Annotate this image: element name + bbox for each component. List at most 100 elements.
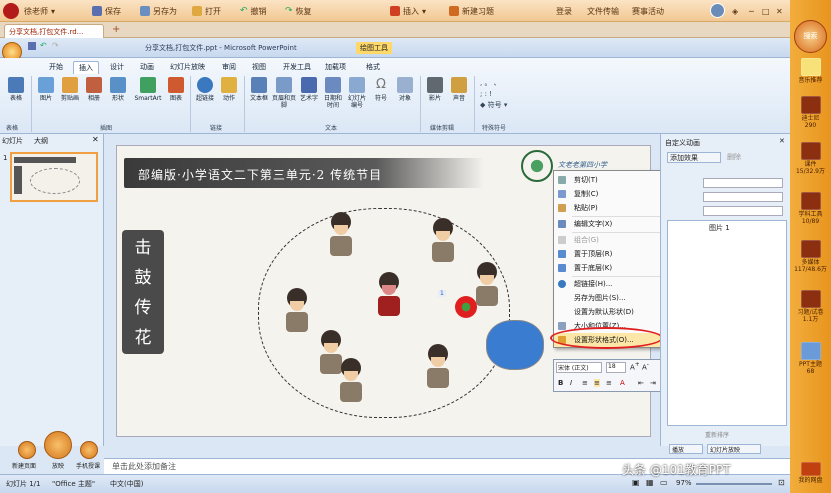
wordart-button[interactable]: 艺术字: [298, 77, 320, 102]
text-color-icon[interactable]: A: [620, 379, 625, 387]
redo-button[interactable]: ↷ 恢复: [285, 4, 312, 18]
tab-home[interactable]: 开始: [44, 61, 68, 73]
slide-title[interactable]: 部编版·小学语文二下第三单元·2 传统节目: [138, 166, 382, 183]
clipart-button[interactable]: 剪贴画: [59, 77, 81, 102]
slides-tab[interactable]: 幻灯片: [2, 136, 23, 146]
sidebar-item-multimedia[interactable]: 多媒体 117/48.6万: [792, 240, 829, 273]
play-button[interactable]: 播放: [669, 444, 703, 454]
document-tab[interactable]: 分享文档,打包文件.rd...: [4, 24, 104, 38]
align-center-icon[interactable]: ≡: [594, 379, 600, 387]
font-name-select[interactable]: 宋体 (正文): [556, 362, 602, 373]
sidebar-item-disney[interactable]: 迪士尼 290: [792, 96, 829, 129]
bold-icon[interactable]: B: [558, 379, 563, 387]
slide-thumbnail[interactable]: [10, 152, 98, 202]
search-button[interactable]: 搜索: [794, 20, 827, 53]
movie-button[interactable]: 影片: [424, 77, 446, 102]
animation-list[interactable]: [667, 220, 787, 426]
effect-dropdown[interactable]: [703, 206, 783, 216]
event-button[interactable]: 赛事活动: [632, 4, 664, 18]
avatar[interactable]: [710, 3, 725, 18]
remove-effect-button[interactable]: 删除: [727, 152, 757, 163]
sidebar-item-courseware[interactable]: 课件 15/32.9万: [792, 142, 829, 175]
maximize-icon[interactable]: □: [762, 4, 770, 18]
tab-design[interactable]: 设计: [105, 61, 129, 73]
quick-save-icon[interactable]: [28, 42, 36, 50]
language-indicator[interactable]: 中文(中国): [110, 479, 143, 489]
fit-window-icon[interactable]: ⊡: [778, 478, 785, 487]
quick-undo-icon[interactable]: ↶: [40, 41, 47, 50]
shrink-font-icon[interactable]: A-: [642, 362, 649, 371]
quick-redo-icon[interactable]: ↷: [52, 41, 59, 50]
child-figure[interactable]: [336, 358, 366, 406]
vertical-title-box[interactable]: 击 鼓 传 花: [122, 230, 164, 354]
increase-indent-icon[interactable]: ⇥: [650, 379, 656, 387]
login-button[interactable]: 登录: [556, 4, 572, 18]
album-button[interactable]: 相册: [83, 77, 105, 102]
font-size-select[interactable]: 18: [606, 362, 626, 373]
undo-button[interactable]: ↶ 撤销: [240, 4, 267, 18]
sidebar-item-ppt-theme[interactable]: PPT主题 68: [792, 342, 829, 375]
child-figure[interactable]: [282, 288, 312, 336]
new-page-button[interactable]: [18, 441, 36, 459]
tab-developer[interactable]: 开发工具: [278, 61, 316, 73]
hyperlink-button[interactable]: 超链接: [194, 77, 216, 102]
add-effect-button[interactable]: 添加效果: [667, 152, 721, 163]
close-panel-icon[interactable]: ✕: [92, 135, 99, 144]
outline-tab[interactable]: 大纲: [34, 136, 48, 146]
new-tab-icon[interactable]: +: [112, 24, 120, 35]
pane-close-icon[interactable]: ✕: [779, 137, 785, 145]
new-item-button[interactable]: 新建习题: [449, 4, 494, 18]
save-button[interactable]: 保存: [92, 4, 121, 18]
textbox-button[interactable]: 文本框: [248, 77, 270, 102]
child-figure[interactable]: [423, 344, 453, 392]
slide-number-button[interactable]: 幻灯片编号: [346, 77, 368, 109]
symbol-button[interactable]: Ω 符号: [370, 77, 392, 102]
zoom-slider[interactable]: [696, 483, 772, 485]
effect-dropdown[interactable]: [703, 192, 783, 202]
view-slideshow-icon[interactable]: ▭: [660, 478, 668, 487]
tab-addins[interactable]: 加载项: [320, 61, 351, 73]
chart-button[interactable]: 图表: [165, 77, 187, 102]
view-normal-icon[interactable]: ▣: [632, 478, 640, 487]
skin-icon[interactable]: ◈: [732, 4, 738, 18]
file-transfer-button[interactable]: 文件传输: [587, 4, 619, 18]
child-figure[interactable]: [428, 218, 458, 266]
mobile-teach-button[interactable]: [80, 441, 98, 459]
sidebar-item-exercises[interactable]: 习题/试卷 1.1万: [792, 290, 829, 323]
slideshow-button[interactable]: 幻灯片放映: [707, 444, 761, 454]
action-button[interactable]: 动作: [218, 77, 240, 102]
align-right-icon[interactable]: ≡: [606, 379, 612, 387]
table-button[interactable]: 表格: [5, 77, 27, 102]
picture-button[interactable]: 图片: [35, 77, 57, 102]
shapes-button[interactable]: 形状: [107, 77, 129, 102]
header-footer-button[interactable]: 页眉和页脚: [272, 77, 296, 109]
child-figure-blindfolded[interactable]: [374, 272, 404, 320]
insert-button[interactable]: 插入 ▾: [390, 4, 426, 18]
decrease-indent-icon[interactable]: ⇤: [638, 379, 644, 387]
sidebar-item-cloud[interactable]: 我的网盘: [792, 462, 829, 484]
open-button[interactable]: 打开: [192, 4, 221, 18]
save-as-button[interactable]: 另存为: [140, 4, 177, 18]
view-sorter-icon[interactable]: ▦: [646, 478, 654, 487]
user-name[interactable]: 徐老师 ▾: [24, 4, 55, 18]
blue-cloud-shape[interactable]: [486, 320, 544, 370]
tab-view[interactable]: 视图: [247, 61, 271, 73]
tab-format[interactable]: 格式: [361, 61, 385, 73]
special-symbols-grid[interactable]: , 。 、; : ! ◆ 符号 ▾: [480, 78, 520, 111]
tab-review[interactable]: 审阅: [217, 61, 241, 73]
tab-slideshow[interactable]: 幻灯片放映: [165, 61, 210, 73]
minimize-icon[interactable]: ─: [749, 4, 754, 18]
smartart-button[interactable]: SmartArt: [133, 77, 163, 102]
datetime-button[interactable]: 日期和时间: [322, 77, 344, 109]
animation-list-item[interactable]: 图片 1: [709, 223, 730, 233]
align-left-icon[interactable]: ≡: [582, 379, 588, 387]
sound-button[interactable]: 声音: [448, 77, 470, 102]
object-button[interactable]: 对象: [394, 77, 416, 102]
close-icon[interactable]: ✕: [776, 4, 783, 18]
grow-font-icon[interactable]: A+: [630, 362, 640, 371]
sidebar-item-music[interactable]: 音乐推荐: [792, 58, 829, 84]
italic-icon[interactable]: I: [570, 379, 572, 387]
tab-insert[interactable]: 插入: [73, 61, 99, 74]
play-button-round[interactable]: [44, 431, 72, 459]
child-figure[interactable]: [326, 212, 356, 260]
